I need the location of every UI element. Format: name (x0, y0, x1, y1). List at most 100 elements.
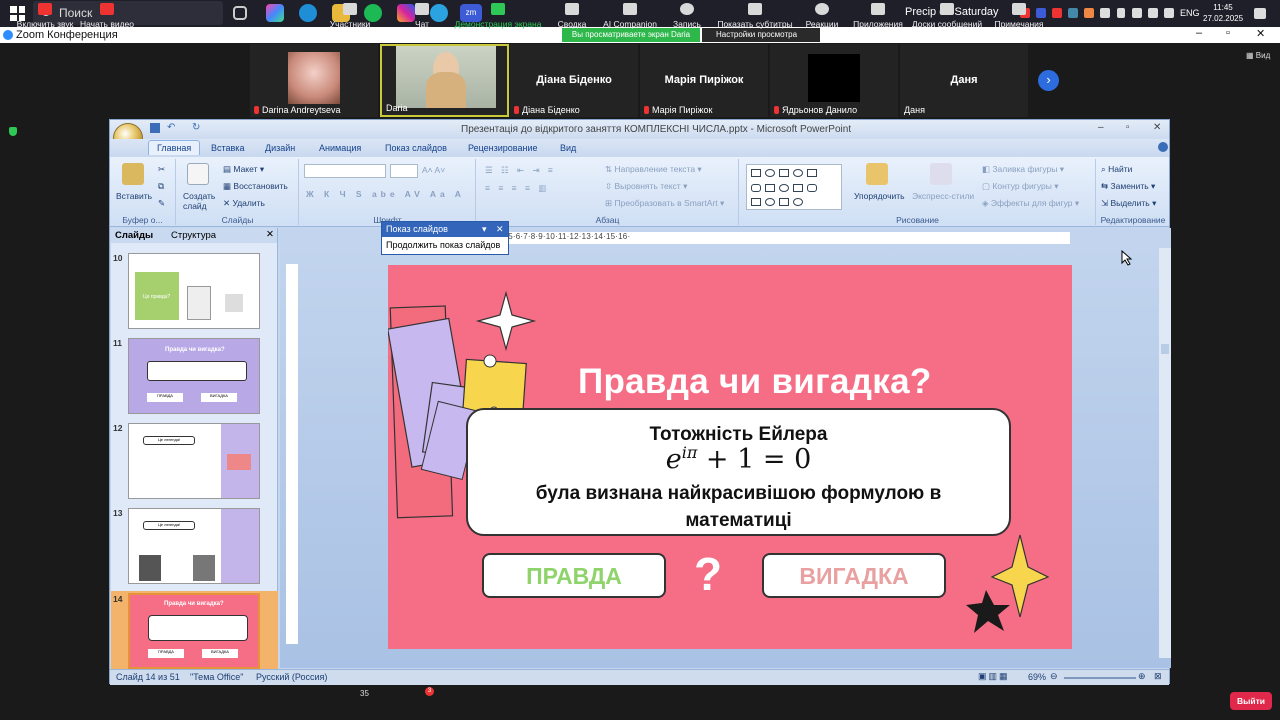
participant-tile-active[interactable]: Daria (380, 44, 509, 117)
zoom-slider[interactable] (1064, 677, 1136, 679)
participant-tile[interactable]: Діана Біденко Діана Біденко (510, 44, 638, 117)
shapes-gallery[interactable] (746, 164, 842, 210)
zoom-in-icon[interactable]: ⊕ (1138, 671, 1146, 682)
grow-font-icon[interactable]: A˄ A˅ (422, 165, 445, 175)
tab-outline[interactable]: Структура (171, 230, 216, 241)
text-format-icons[interactable]: Ж К Ч S abe AV Aa A (306, 189, 465, 199)
tray-icon[interactable] (1100, 8, 1110, 18)
view-button[interactable]: ▦ Вид (1246, 51, 1270, 60)
true-answer-button[interactable]: ПРАВДА (482, 553, 666, 598)
tab-animation[interactable]: Анимация (319, 143, 361, 153)
copilot-icon[interactable] (266, 4, 284, 22)
view-buttons[interactable]: ▣▥▦ (978, 671, 1010, 682)
align-icons[interactable]: ≡ ≡ ≡ ≡ ▥ (485, 183, 549, 194)
new-slide-icon[interactable] (187, 163, 209, 185)
slide-thumbnail[interactable]: Правда чи вигадка? ПРАВДА ВИГАДКА (128, 338, 260, 414)
tab-insert[interactable]: Вставка (211, 143, 244, 153)
text-direction-button[interactable]: ⇅ Направление текста ▾ (605, 164, 702, 175)
arrange-icon[interactable] (866, 163, 888, 185)
notes-button[interactable]: Примечания (974, 3, 1064, 29)
tab-view[interactable]: Вид (560, 143, 576, 153)
tray-icon[interactable] (1068, 8, 1078, 18)
shape-oval[interactable] (793, 169, 803, 177)
task-view-icon[interactable] (233, 6, 247, 20)
tab-slides[interactable]: Слайды (115, 230, 153, 241)
volume-icon[interactable] (1117, 8, 1125, 18)
continue-slideshow-button[interactable]: Продолжить показ слайдов (382, 237, 508, 253)
language-status[interactable]: Русский (Россия) (256, 672, 327, 682)
quick-styles-icon[interactable] (930, 163, 952, 185)
slide-thumbnail[interactable]: Це легенда! (128, 423, 260, 499)
smartart-button[interactable]: ⊞ Преобразовать в SmartArt ▾ (605, 198, 724, 209)
quick-styles-button[interactable]: Экспресс-стили (912, 191, 974, 201)
format-painter-icon[interactable]: ✎ (158, 198, 165, 209)
shape-rect[interactable] (779, 198, 789, 206)
tray-icon[interactable] (1084, 8, 1094, 18)
fit-slide-icon[interactable]: ⊠ (1154, 671, 1162, 682)
shape-fill-button[interactable]: ◧ Заливка фигуры ▾ (982, 164, 1064, 175)
shape-rounded[interactable] (751, 184, 761, 192)
tab-design[interactable]: Дизайн (265, 143, 295, 153)
zoom-out-icon[interactable]: ⊖ (1050, 671, 1058, 682)
pane-close-icon[interactable]: ✕ (266, 229, 274, 240)
next-participants-button[interactable]: › (1038, 70, 1059, 91)
shape-rect[interactable] (793, 184, 803, 192)
shape-rect[interactable] (765, 184, 775, 192)
shape-rect[interactable] (751, 169, 761, 177)
security-shield-icon[interactable] (9, 127, 17, 136)
scroll-thumb[interactable] (1161, 344, 1169, 354)
leave-button[interactable]: Выйти (1230, 692, 1272, 710)
list-icons[interactable]: ☰ ☷ ⇤ ⇥ ≡ (485, 165, 556, 176)
new-slide-button[interactable]: Создать слайд (183, 191, 219, 211)
font-family-select[interactable] (304, 164, 386, 178)
shape-oval[interactable] (779, 184, 789, 192)
tab-slideshow[interactable]: Показ слайдов (385, 143, 447, 153)
shape-rounded[interactable] (807, 184, 817, 192)
replace-button[interactable]: ⇆ Заменить ▾ (1101, 181, 1155, 192)
redo-icon[interactable]: ↻ (192, 122, 200, 133)
battery-icon[interactable] (1148, 8, 1158, 18)
participant-tile[interactable]: Марія Пиріжок Марія Пиріжок (640, 44, 768, 117)
ppt-maximize-icon[interactable]: ▫ (1126, 122, 1130, 133)
wifi-icon[interactable] (1132, 8, 1142, 18)
tab-home[interactable]: Главная (148, 140, 201, 155)
shape-oval[interactable] (765, 169, 775, 177)
popup-dropdown-icon[interactable]: ▾ (482, 222, 487, 237)
ppt-close-icon[interactable]: ✕ (1153, 122, 1161, 133)
shape-rect[interactable] (807, 169, 817, 177)
reset-button[interactable]: ▦ Восстановить (223, 181, 288, 192)
align-text-button[interactable]: ⇳ Выровнять текст ▾ (605, 181, 687, 192)
participant-tile[interactable]: Darina Andreytseva (250, 44, 378, 117)
zoom-level[interactable]: 69% (1028, 672, 1046, 682)
slide-thumbnail[interactable]: Це правда? (128, 253, 260, 329)
delete-slide-button[interactable]: ✕ Удалить (223, 198, 265, 209)
participant-tile[interactable]: Ядрьонов Данило (770, 44, 898, 117)
minimize-icon[interactable]: – (1196, 27, 1202, 39)
tab-review[interactable]: Рецензирование (468, 143, 538, 153)
save-icon[interactable] (150, 123, 160, 133)
slide-thumbnail-selected[interactable]: Правда чи вигадка? ПРАВДА ВИГАДКА (128, 593, 260, 669)
participant-tile[interactable]: Даня Даня (900, 44, 1028, 117)
popup-close-icon[interactable]: ✕ (496, 222, 504, 237)
shape-outline-button[interactable]: ▢ Контур фигуры ▾ (982, 181, 1059, 192)
ppt-minimize-icon[interactable]: – (1098, 122, 1104, 133)
paste-icon[interactable] (122, 163, 144, 185)
shape-rect[interactable] (779, 169, 789, 177)
undo-icon[interactable]: ↶ (167, 122, 175, 133)
shape-rect[interactable] (751, 198, 761, 206)
copy-icon[interactable]: ⧉ (158, 181, 164, 192)
vertical-scrollbar[interactable] (1159, 248, 1171, 658)
false-answer-button[interactable]: ВИГАДКА (762, 553, 946, 598)
help-icon[interactable] (1158, 142, 1168, 152)
shape-oval[interactable] (793, 198, 803, 206)
cloud-icon[interactable] (1164, 8, 1174, 18)
close-icon[interactable]: ✕ (1256, 27, 1265, 40)
font-size-select[interactable] (390, 164, 418, 178)
layout-button[interactable]: ▤ Макет ▾ (223, 164, 264, 175)
shape-effects-button[interactable]: ◈ Эффекты для фигур ▾ (982, 198, 1079, 209)
start-video-button[interactable]: Начать видео (62, 3, 152, 29)
cut-icon[interactable]: ✂ (158, 164, 165, 175)
shape-oval[interactable] (765, 198, 775, 206)
notifications-icon[interactable] (1254, 8, 1266, 19)
language-indicator[interactable]: ENG (1180, 8, 1200, 18)
